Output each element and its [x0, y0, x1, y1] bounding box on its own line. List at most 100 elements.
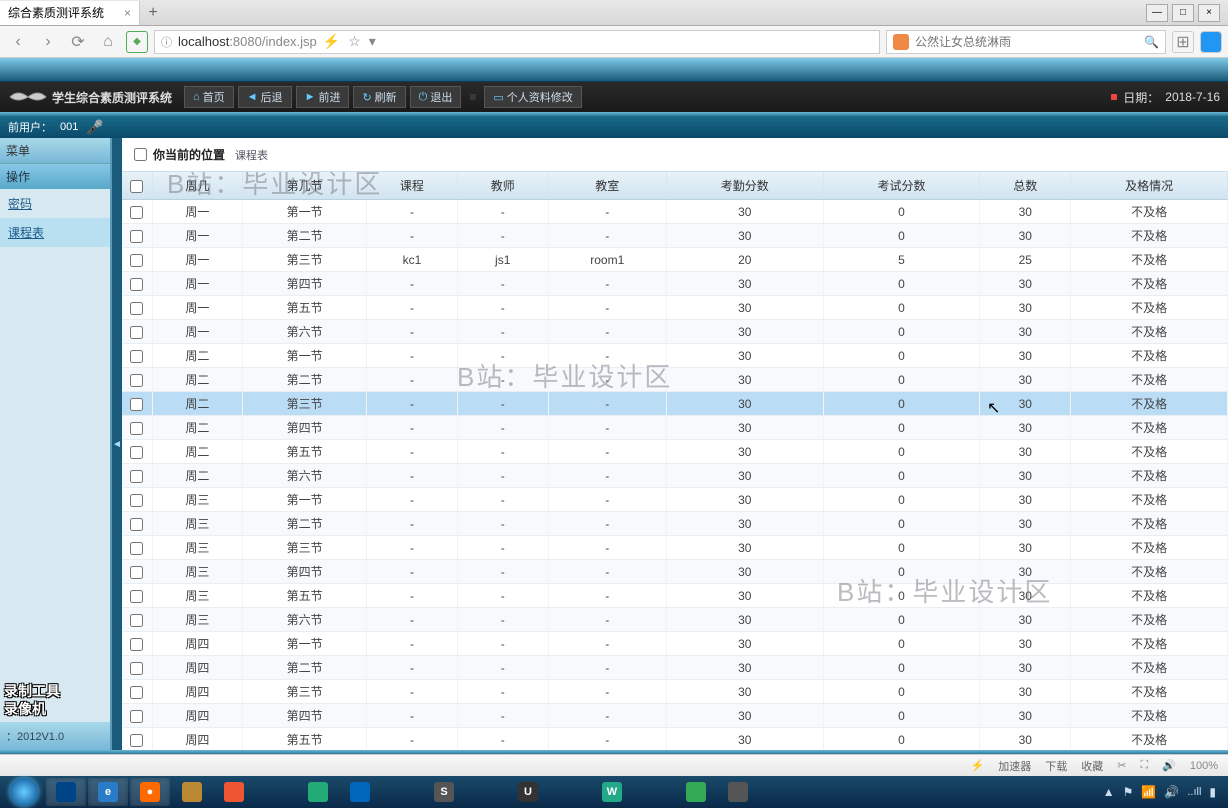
- extension-icon[interactable]: [1200, 31, 1222, 53]
- shield-icon[interactable]: ◆: [126, 31, 148, 53]
- row-checkbox[interactable]: [130, 494, 143, 507]
- row-checkbox[interactable]: [130, 542, 143, 555]
- row-checkbox[interactable]: [130, 518, 143, 531]
- table-row[interactable]: 周四第三节---30030不及格: [122, 680, 1228, 704]
- table-row[interactable]: 周三第一节---30030不及格: [122, 488, 1228, 512]
- grid-icon[interactable]: ⊞: [1172, 31, 1194, 53]
- volume-icon[interactable]: 🔊: [1162, 759, 1176, 772]
- browser-tab[interactable]: 综合素质测评系统 ×: [0, 1, 140, 25]
- table-row[interactable]: 周四第五节---30030不及格: [122, 728, 1228, 751]
- table-row[interactable]: 周四第二节---30030不及格: [122, 656, 1228, 680]
- home-button[interactable]: ⌂首页: [184, 86, 234, 108]
- profile-edit-button[interactable]: ▭个人资料修改: [484, 86, 581, 108]
- taskbar-item[interactable]: [46, 778, 86, 806]
- row-checkbox[interactable]: [130, 638, 143, 651]
- table-header[interactable]: 考试分数: [823, 172, 980, 200]
- taskbar-item[interactable]: S: [424, 778, 464, 806]
- search-icon[interactable]: 🔍: [1144, 35, 1159, 49]
- row-checkbox[interactable]: [130, 254, 143, 267]
- row-checkbox[interactable]: [130, 590, 143, 603]
- sidebar-item-schedule[interactable]: 课程表: [0, 218, 110, 247]
- zoom-icon[interactable]: 100%: [1190, 760, 1218, 772]
- table-header[interactable]: 教师: [457, 172, 548, 200]
- table-row[interactable]: 周三第六节---30030不及格: [122, 608, 1228, 632]
- taskbar-item[interactable]: [676, 778, 716, 806]
- table-row[interactable]: 周二第二节---30030不及格: [122, 368, 1228, 392]
- taskbar-item[interactable]: [256, 778, 296, 806]
- row-checkbox[interactable]: [130, 326, 143, 339]
- forward-arrow-icon[interactable]: ›: [36, 30, 60, 54]
- search-box[interactable]: 🔍: [886, 30, 1166, 54]
- row-checkbox[interactable]: [130, 566, 143, 579]
- row-checkbox[interactable]: [130, 446, 143, 459]
- row-checkbox[interactable]: [130, 278, 143, 291]
- status-accel[interactable]: 加速器: [998, 758, 1031, 774]
- taskbar-item[interactable]: [340, 778, 380, 806]
- url-input[interactable]: ⓘ localhost:8080/index.jsp ⚡ ☆ ▾: [154, 30, 880, 54]
- table-row[interactable]: 周二第六节---30030不及格: [122, 464, 1228, 488]
- back-arrow-icon[interactable]: ‹: [6, 30, 30, 54]
- taskbar-item[interactable]: [634, 778, 674, 806]
- taskbar-item[interactable]: U: [508, 778, 548, 806]
- table-row[interactable]: 周三第三节---30030不及格: [122, 536, 1228, 560]
- taskbar-item[interactable]: ●: [130, 778, 170, 806]
- taskbar-item[interactable]: [172, 778, 212, 806]
- table-row[interactable]: 周四第四节---30030不及格: [122, 704, 1228, 728]
- search-input[interactable]: [915, 35, 1138, 49]
- tray-volume-icon[interactable]: 🔊: [1164, 785, 1179, 799]
- table-row[interactable]: 周一第六节---30030不及格: [122, 320, 1228, 344]
- taskbar-item[interactable]: [382, 778, 422, 806]
- table-header[interactable]: 教室: [548, 172, 666, 200]
- status-download[interactable]: 下载: [1045, 758, 1067, 774]
- bolt-icon[interactable]: ⚡: [971, 759, 985, 772]
- start-button[interactable]: [4, 778, 44, 806]
- table-header[interactable]: 及格情况: [1071, 172, 1228, 200]
- row-checkbox[interactable]: [130, 614, 143, 627]
- table-header[interactable]: 总数: [980, 172, 1071, 200]
- taskbar-item[interactable]: [298, 778, 338, 806]
- row-checkbox[interactable]: [130, 734, 143, 747]
- table-header[interactable]: 周几: [152, 172, 243, 200]
- tray-battery-icon[interactable]: ▮: [1209, 785, 1216, 799]
- breadcrumb-checkbox[interactable]: [134, 148, 147, 161]
- home-icon[interactable]: ⌂: [96, 30, 120, 54]
- table-row[interactable]: 周一第四节---30030不及格: [122, 272, 1228, 296]
- taskbar-item[interactable]: [214, 778, 254, 806]
- taskbar-item[interactable]: [466, 778, 506, 806]
- sidebar-collapse-button[interactable]: ◄: [112, 138, 122, 750]
- table-container[interactable]: B站：毕业设计区 B站：毕业设计区 B站：毕业设计区 周几第几节课程教师教室考勤…: [122, 172, 1228, 750]
- taskbar-item[interactable]: e: [88, 778, 128, 806]
- sidebar-item-password[interactable]: 密码: [0, 189, 110, 218]
- table-row[interactable]: 周一第二节---30030不及格: [122, 224, 1228, 248]
- star-icon[interactable]: ☆: [348, 33, 361, 50]
- table-row[interactable]: 周二第五节---30030不及格: [122, 440, 1228, 464]
- mic-icon[interactable]: 🎤: [86, 119, 103, 136]
- row-checkbox[interactable]: [130, 206, 143, 219]
- table-row[interactable]: 周三第四节---30030不及格: [122, 560, 1228, 584]
- row-checkbox[interactable]: [130, 662, 143, 675]
- row-checkbox[interactable]: [130, 686, 143, 699]
- table-row[interactable]: 周一第三节kc1js1room120525不及格: [122, 248, 1228, 272]
- row-checkbox[interactable]: [130, 230, 143, 243]
- table-row[interactable]: 周三第二节---30030不及格: [122, 512, 1228, 536]
- fullscreen-icon[interactable]: ⛶: [1140, 759, 1148, 772]
- table-row[interactable]: 周二第三节---30030不及格: [122, 392, 1228, 416]
- maximize-button[interactable]: □: [1172, 4, 1194, 22]
- new-tab-button[interactable]: +: [140, 4, 166, 22]
- row-checkbox[interactable]: [130, 470, 143, 483]
- taskbar-item[interactable]: [718, 778, 758, 806]
- refresh-button[interactable]: ↻刷新: [353, 86, 405, 108]
- row-checkbox[interactable]: [130, 422, 143, 435]
- tray-flag-icon[interactable]: ⚑: [1123, 785, 1134, 799]
- table-header[interactable]: 第几节: [243, 172, 367, 200]
- forward-button[interactable]: ►前进: [296, 86, 350, 108]
- tray-up-icon[interactable]: ▲: [1103, 785, 1115, 799]
- table-row[interactable]: 周一第五节---30030不及格: [122, 296, 1228, 320]
- table-row[interactable]: 周二第一节---30030不及格: [122, 344, 1228, 368]
- row-checkbox[interactable]: [130, 350, 143, 363]
- tray-network-icon[interactable]: 📶: [1141, 785, 1156, 799]
- taskbar-item[interactable]: W: [592, 778, 632, 806]
- row-checkbox[interactable]: [130, 398, 143, 411]
- logout-button[interactable]: ⏻退出: [410, 86, 462, 108]
- row-checkbox[interactable]: [130, 374, 143, 387]
